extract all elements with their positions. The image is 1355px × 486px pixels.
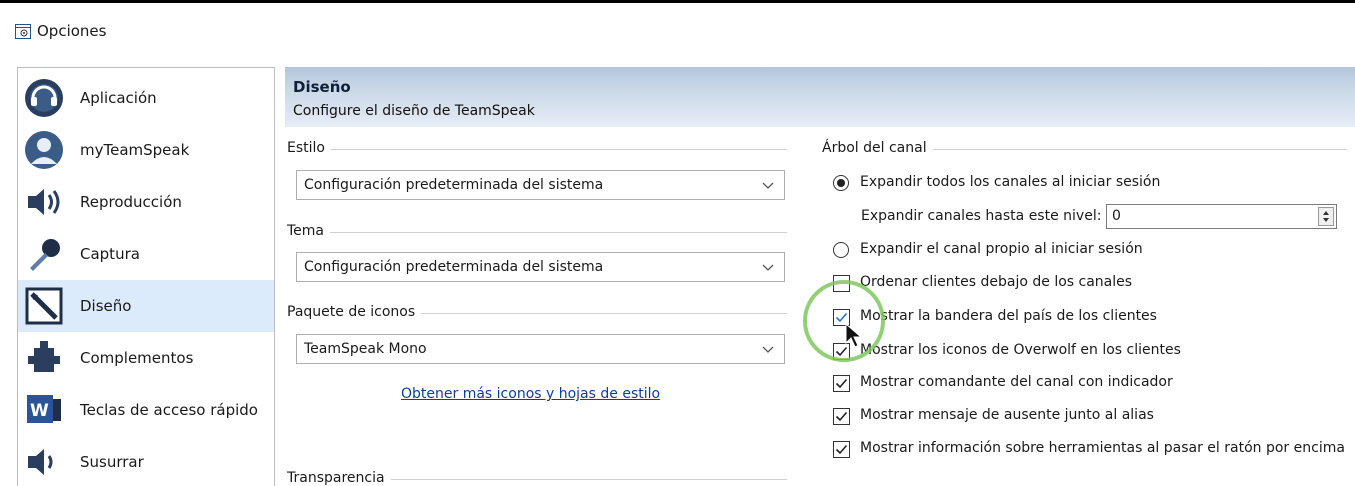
title-bar: Opciones xyxy=(0,4,1355,54)
application-icon xyxy=(25,79,63,117)
checkmark-icon xyxy=(835,346,848,357)
page-title: Diseño xyxy=(293,78,351,96)
puzzle-plugin-icon xyxy=(28,341,60,372)
country-flag-checkbox[interactable] xyxy=(833,309,850,326)
checkmark-icon xyxy=(835,378,848,389)
transparency-group-label: Transparencia xyxy=(287,470,391,486)
user-avatar-icon xyxy=(25,131,63,169)
style-group-label: Estilo xyxy=(287,140,331,156)
check-label: Mostrar la bandera del país de los clien… xyxy=(860,308,1157,324)
whisper-speaker-icon xyxy=(28,449,53,475)
design-pencil-icon xyxy=(25,287,63,325)
options-window-icon xyxy=(15,24,31,39)
sidebar-item-teclas[interactable]: W Teclas de acceso rápido xyxy=(18,384,274,436)
sidebar-item-label: Susurrar xyxy=(80,453,144,471)
check-label: Mostrar información sobre herramientas a… xyxy=(860,440,1345,456)
expand-level-label: Expandir canales hasta este nivel: xyxy=(861,208,1102,224)
chevron-down-icon xyxy=(762,264,774,271)
check-label: Mostrar los iconos de Overwolf en los cl… xyxy=(860,342,1181,358)
sidebar-item-reproduccion[interactable]: Reproducción xyxy=(18,176,274,228)
page-header: Diseño Configure el diseño de TeamSpeak xyxy=(285,67,1355,127)
svg-text:W: W xyxy=(30,401,49,421)
sidebar-item-captura[interactable]: Captura xyxy=(18,228,274,280)
check-label: Mostrar comandante del canal con indicad… xyxy=(860,374,1173,390)
window-top-border xyxy=(0,0,1355,3)
sidebar-item-aplicacion[interactable]: Aplicación xyxy=(18,72,274,124)
sidebar-item-myteamspeak[interactable]: myTeamSpeak xyxy=(18,124,274,176)
chevron-down-icon xyxy=(762,346,774,353)
sidebar-item-label: Complementos xyxy=(80,349,194,367)
style-select[interactable]: Configuración predeterminada del sistema xyxy=(296,170,785,200)
theme-group-label: Tema xyxy=(287,223,331,239)
icon-pack-select[interactable]: TeamSpeak Mono xyxy=(296,334,785,364)
checkmark-icon xyxy=(835,312,848,323)
microphone-icon xyxy=(30,239,60,271)
icon-pack-select-value: TeamSpeak Mono xyxy=(304,341,427,357)
hotkey-keyboard-icon: W xyxy=(27,395,61,423)
commander-indicator-checkbox[interactable] xyxy=(833,375,850,392)
sidebar-item-label: myTeamSpeak xyxy=(80,141,190,159)
expand-level-value: 0 xyxy=(1112,208,1121,224)
expand-level-spinbox[interactable]: 0 xyxy=(1106,204,1337,229)
window-title: Opciones xyxy=(37,22,107,40)
spin-buttons[interactable] xyxy=(1318,207,1334,226)
spin-arrows-icon xyxy=(1323,211,1329,222)
sort-clients-checkbox[interactable] xyxy=(833,275,850,292)
get-more-icons-link[interactable]: Obtener más iconos y hojas de estilo xyxy=(401,386,660,402)
away-message-checkbox[interactable] xyxy=(833,408,850,425)
expand-all-radio[interactable] xyxy=(833,175,849,191)
sidebar-item-label: Captura xyxy=(80,245,140,263)
theme-select[interactable]: Configuración predeterminada del sistema xyxy=(296,252,785,282)
chevron-down-icon xyxy=(762,182,774,189)
sidebar-item-diseno[interactable]: Diseño xyxy=(18,280,274,332)
icons-group-label: Paquete de iconos xyxy=(287,304,422,320)
check-label: Ordenar clientes debajo de los canales xyxy=(860,274,1133,290)
style-group-line xyxy=(287,149,787,150)
page-subtitle: Configure el diseño de TeamSpeak xyxy=(293,103,535,119)
expand-all-label: Expandir todos los canales al iniciar se… xyxy=(860,174,1161,190)
theme-group-line xyxy=(287,232,787,233)
check-label: Mostrar mensaje de ausente junto al alia… xyxy=(860,407,1154,423)
channel-tree-group-label: Árbol del canal xyxy=(822,140,933,156)
expand-own-label: Expandir el canal propio al iniciar sesi… xyxy=(860,241,1143,257)
sidebar-item-label: Teclas de acceso rápido xyxy=(80,401,258,419)
speaker-icon xyxy=(28,189,60,215)
options-sidebar: Aplicación myTeamSpeak Reproducción Capt… xyxy=(17,67,275,486)
sidebar-item-label: Aplicación xyxy=(80,89,157,107)
sidebar-item-susurrar[interactable]: Susurrar xyxy=(18,436,274,486)
expand-own-radio[interactable] xyxy=(833,242,849,258)
overwolf-icons-checkbox[interactable] xyxy=(833,343,850,360)
sidebar-item-label: Reproducción xyxy=(80,193,182,211)
checkmark-icon xyxy=(835,411,848,422)
sidebar-item-complementos[interactable]: Complementos xyxy=(18,332,274,384)
checkmark-icon xyxy=(835,444,848,455)
tooltips-checkbox[interactable] xyxy=(833,441,850,458)
style-select-value: Configuración predeterminada del sistema xyxy=(304,177,604,193)
sidebar-item-label: Diseño xyxy=(80,297,132,315)
theme-select-value: Configuración predeterminada del sistema xyxy=(304,259,604,275)
